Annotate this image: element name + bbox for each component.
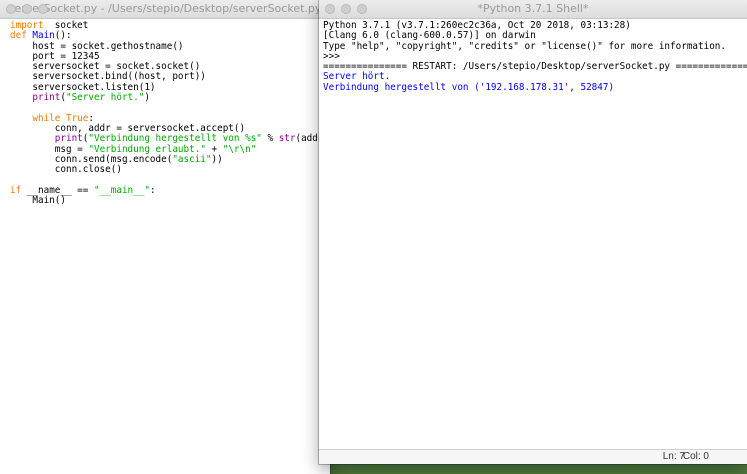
column-indicator: Col: 0 bbox=[682, 451, 709, 462]
shell-title: *Python 3.7.1 Shell* bbox=[477, 2, 589, 15]
code-editor-text-area[interactable]: import socket def Main(): host = socket.g… bbox=[0, 19, 330, 206]
close-button[interactable] bbox=[325, 4, 335, 14]
close-button[interactable] bbox=[6, 4, 16, 14]
zoom-button[interactable] bbox=[357, 4, 367, 14]
shell-output-area[interactable]: Python 3.7.1 (v3.7.1:260ec2c36a, Oct 20 … bbox=[319, 19, 747, 93]
zoom-button[interactable] bbox=[38, 4, 48, 14]
window-controls bbox=[325, 4, 367, 14]
code-line: print("Server hört.") bbox=[10, 92, 150, 104]
shell-line: Verbindung hergestellt von ('192.168.178… bbox=[323, 81, 615, 93]
editor-title: serverSocket.py - /Users/stepio/Desktop/… bbox=[8, 2, 322, 15]
editor-window: serverSocket.py - /Users/stepio/Desktop/… bbox=[0, 0, 330, 474]
line-indicator: Ln: 7 bbox=[662, 451, 685, 462]
code-line: conn.close() bbox=[10, 164, 122, 176]
window-controls bbox=[6, 4, 48, 14]
code-line: Main() bbox=[10, 195, 66, 207]
shell-titlebar[interactable]: *Python 3.7.1 Shell* bbox=[319, 0, 747, 19]
shell-window: *Python 3.7.1 Shell* Python 3.7.1 (v3.7.… bbox=[319, 0, 747, 464]
minimize-button[interactable] bbox=[341, 4, 351, 14]
minimize-button[interactable] bbox=[22, 4, 32, 14]
shell-line: Type "help", "copyright", "credits" or "… bbox=[323, 40, 726, 52]
status-bar: Ln: 7 Col: 0 bbox=[319, 449, 747, 464]
editor-titlebar[interactable]: serverSocket.py - /Users/stepio/Desktop/… bbox=[0, 0, 330, 19]
